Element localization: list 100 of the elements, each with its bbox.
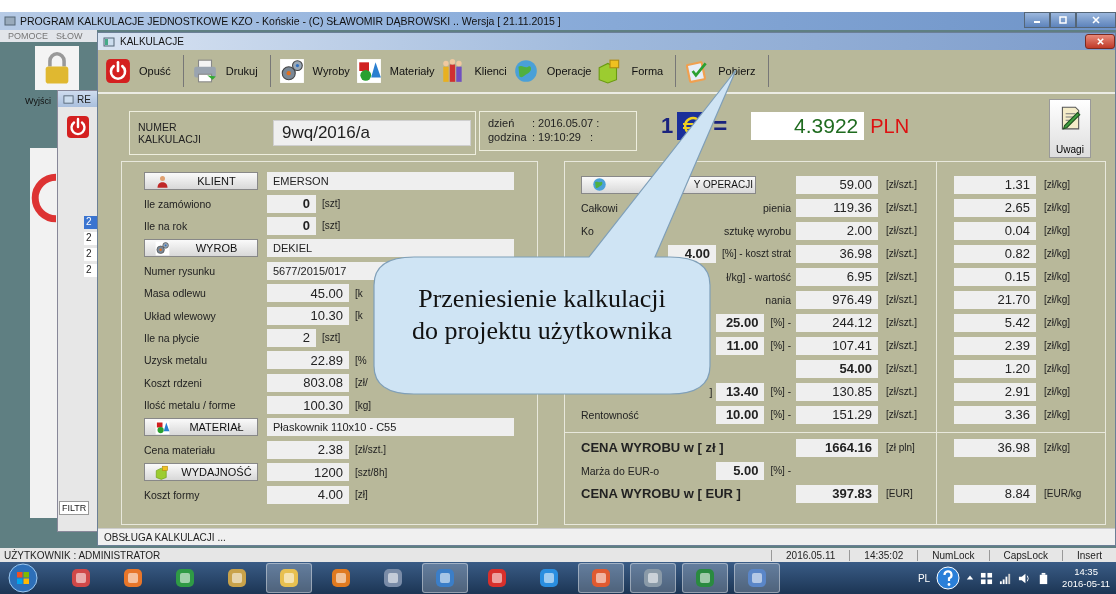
value-field: 54.00 [796, 359, 878, 378]
unit-label: [k [355, 310, 363, 322]
toolbar-button[interactable]: Klienci [440, 58, 513, 84]
unit-label: [%] - [770, 340, 791, 351]
power-icon[interactable] [66, 115, 90, 139]
input-field[interactable]: 803.08 [267, 373, 349, 392]
gears-icon [155, 240, 170, 256]
value-field: 0.15 [954, 267, 1036, 286]
app-icon [226, 567, 248, 589]
input-field[interactable]: 5.00 [716, 461, 765, 480]
rate-amount: 1 [661, 113, 674, 139]
value-field: 244.12 [796, 313, 878, 332]
list-item[interactable]: 2 [84, 232, 98, 245]
window-title: PROGRAM KALKULACJE JEDNOSTKOWE KZO - Końskie - (C) SŁAWOMIR DĄBROWSKI .. Wersja [ 21.11.2015 ] [20, 15, 561, 27]
input-field[interactable]: 25.00 [716, 313, 765, 332]
field-label: Układ wlewowy [144, 309, 217, 322]
input-field[interactable]: 0 [267, 216, 316, 235]
exchange-rate-field: 4.3922 [751, 112, 865, 140]
lookup-button[interactable]: WYDAJNOŚĆ [144, 463, 258, 482]
taskbar-button[interactable] [734, 563, 780, 593]
list-item[interactable]: 2 [84, 248, 98, 261]
input-field[interactable]: EMERSON [267, 172, 514, 191]
app-icon [278, 567, 300, 589]
taskbar-button[interactable] [266, 563, 312, 593]
lookup-button[interactable]: KLIENT [144, 172, 258, 191]
lookup-button[interactable]: MATERIAŁ [144, 418, 258, 437]
field-label: Koszt formy [144, 488, 201, 501]
field-label: ] [709, 385, 713, 398]
timestamp-label: godzina [488, 130, 528, 144]
unit-label: [zł/kg] [1044, 386, 1071, 397]
input-field[interactable]: 2 [267, 328, 316, 347]
filter-label: FILTR [59, 501, 90, 515]
value-field: 0.82 [954, 244, 1036, 263]
input-field[interactable]: 1200 [267, 463, 349, 482]
maximize-icon [1058, 15, 1068, 25]
unit-label: [zł/kg] [1044, 442, 1071, 453]
input-field[interactable]: 10.00 [716, 405, 765, 424]
signal-icon[interactable] [999, 571, 1013, 585]
input-field[interactable]: 0 [267, 194, 316, 213]
toolbar-button[interactable]: Forma [597, 58, 670, 84]
toolbar-button[interactable]: Wyroby [278, 58, 356, 84]
shapes-icon [155, 420, 170, 435]
list-item[interactable]: 2 [84, 264, 98, 277]
menu-item[interactable]: SŁOW [56, 31, 83, 41]
list-item[interactable]: 2 [84, 216, 98, 229]
unit-label: [%] - [770, 409, 791, 420]
value-field: 151.29 [796, 405, 878, 424]
toolbar-button[interactable]: Operacje [512, 58, 598, 84]
field-label: ł/kg] - wartość [726, 270, 791, 283]
input-field[interactable]: 2.38 [267, 440, 349, 459]
app-icon [122, 567, 144, 589]
window-icon [63, 93, 74, 105]
value-field: 59.00 [796, 175, 878, 194]
app-icon [70, 567, 92, 589]
maximize-button[interactable] [1050, 12, 1076, 28]
input-field[interactable]: 22.89 [267, 351, 349, 370]
unit-label: [k [355, 287, 363, 299]
window-icon [103, 35, 115, 48]
toolbar-button[interactable]: Opuść [105, 58, 177, 84]
close-button[interactable] [1076, 12, 1116, 28]
lookup-button[interactable]: WYROB [144, 239, 258, 258]
input-field[interactable]: 11.00 [716, 336, 765, 355]
input-field[interactable]: DEKIEL [267, 239, 514, 258]
unit-label: [zł/szt.] [886, 294, 919, 305]
taskbar-button[interactable] [630, 563, 676, 593]
app-icon [694, 567, 716, 589]
language-indicator[interactable]: PL [917, 572, 931, 584]
close-button[interactable] [1085, 34, 1115, 49]
unit-label: [%] - [770, 386, 791, 397]
minimize-button[interactable] [1024, 12, 1050, 28]
status-cell: NumLock [917, 549, 989, 561]
unit-label: [zł/szt.] [886, 317, 919, 328]
menu-item[interactable]: POMOCE [8, 31, 48, 41]
input-field[interactable]: 13.40 [716, 382, 765, 401]
unit-label: [zł/szt.] [886, 271, 919, 282]
input-field[interactable]: 10.30 [267, 306, 349, 325]
help-icon[interactable] [936, 566, 961, 590]
toolbar-button[interactable]: Drukuj [191, 58, 264, 84]
clock[interactable]: 14:35 2016-05-11 [1062, 566, 1110, 590]
app-icon [642, 567, 664, 589]
unit-label: [zł/kg] [1044, 340, 1071, 351]
callout-text: Przeniesienie kalkulacji do projektu użytkownika [411, 283, 673, 347]
input-field[interactable]: 4.00 [267, 485, 349, 504]
value-field: 1664.16 [796, 438, 878, 457]
notes-button[interactable]: Uwagi [1049, 99, 1091, 158]
field-label: Marża do EUR-o [581, 464, 660, 477]
input-field[interactable]: Płaskownik 110x10 - C55 [267, 418, 514, 437]
input-field[interactable]: 100.30 [267, 396, 349, 415]
number-field[interactable]: 9wq/2016/a [273, 120, 471, 146]
unit-label: [zł] [355, 489, 368, 501]
timestamp-value: : 2016.05.07 : [532, 116, 600, 130]
lock-button[interactable] [35, 46, 79, 90]
unit-label: [zł/szt.] [886, 340, 919, 351]
value-field: 2.91 [954, 382, 1036, 401]
input-field[interactable]: 45.00 [267, 284, 349, 303]
value-field: 21.70 [954, 290, 1036, 309]
expand-tray-icon[interactable] [966, 574, 975, 582]
toolbar-button[interactable]: Materiały [355, 58, 441, 84]
status-cell: Insert [1062, 549, 1116, 561]
unit-label: [zł/szt.] [886, 179, 919, 190]
